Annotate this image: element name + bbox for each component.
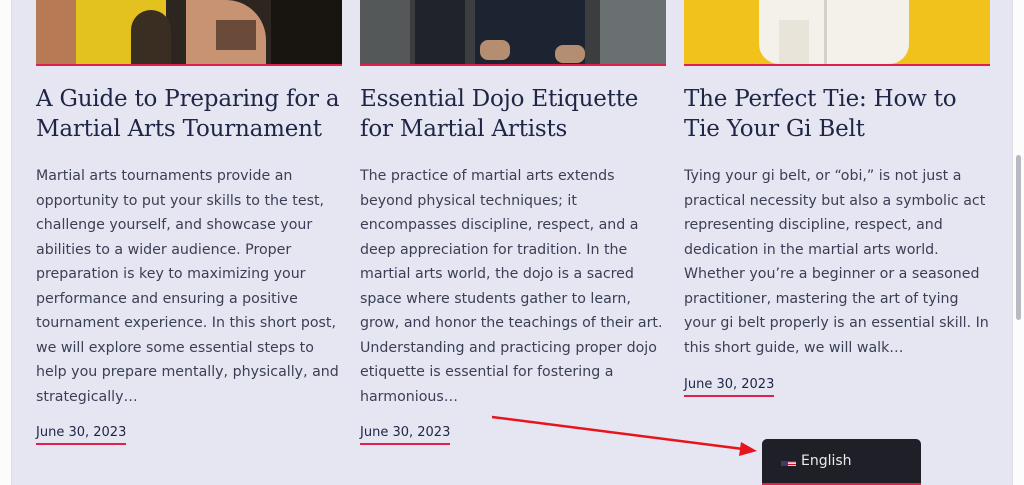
arrow-shaft: [491, 415, 744, 451]
us-flag-icon: [781, 456, 796, 466]
arrow-head: [739, 442, 757, 456]
language-switcher[interactable]: English: [762, 439, 921, 485]
annotation-arrow: [491, 415, 757, 456]
language-label: English: [801, 453, 852, 469]
